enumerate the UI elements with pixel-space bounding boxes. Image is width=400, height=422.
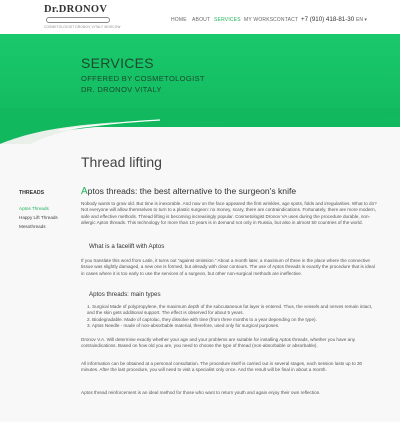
banner-curl-decoration xyxy=(0,108,400,144)
nav-home[interactable]: HOME xyxy=(171,17,187,25)
subheading-facelift: What is a facelift with Aptos xyxy=(89,243,165,250)
nav-my-works[interactable]: MY WORKS xyxy=(244,17,273,25)
consultation-paragraph: All information can be obtained at a per… xyxy=(81,361,363,373)
closing-paragraph: Aptos thread reinforcement is an ideal m… xyxy=(81,390,321,395)
article-heading: Aptos threads: the best alternative to t… xyxy=(81,186,296,197)
selection-paragraph: Dronov V.A. Will determine exactly wheth… xyxy=(81,337,356,349)
list-item: 3. Aptos Needle - made of non-absorbable… xyxy=(87,322,280,328)
page-title: Thread lifting xyxy=(81,154,162,170)
logo-name: Dr.DRONOV xyxy=(44,4,108,15)
logo-subtitle: COSMETOLOGIST DRONOV VITALY MOSCOW xyxy=(44,25,121,29)
logo[interactable]: Dr.DRONOV COSMETOLOGIST DRONOV VITALY MO… xyxy=(44,4,121,30)
facelift-paragraph: If you translate this word from Latin, i… xyxy=(81,258,375,276)
top-navbar: Dr.DRONOV COSMETOLOGIST DRONOV VITALY MO… xyxy=(0,0,400,34)
banner-subtitle-line1: OFFERED BY COSMETOLOGIST xyxy=(81,74,205,83)
intro-paragraph: Nobody wants to grow old. But time is in… xyxy=(81,201,377,225)
banner-title: SERVICES xyxy=(81,55,154,71)
sidebar-item-mesothreads[interactable]: Mesothreads xyxy=(19,224,46,229)
sidebar-item-aptos-threads[interactable]: Aptos Threads xyxy=(19,206,49,211)
nav-contact[interactable]: CONTACT xyxy=(273,17,298,25)
phone-number[interactable]: +7 (910) 418-81-30 xyxy=(301,16,354,23)
heading-initial: A xyxy=(81,186,88,197)
heading-text: ptos threads: the best alternative to th… xyxy=(87,186,297,196)
sidebar-heading: THREADS xyxy=(19,190,45,196)
nav-services[interactable]: SERVICES xyxy=(214,17,241,25)
subheading-types: Aptos threads: main types xyxy=(89,291,161,298)
sidebar-item-happy-lift-threads[interactable]: Happy Lift Threads xyxy=(19,215,58,220)
nav-about[interactable]: ABOUT xyxy=(192,17,210,25)
list-item: 1. Surgical Made of polypropylene, the m… xyxy=(87,304,373,316)
thread-types-list: 1. Surgical Made of polypropylene, the m… xyxy=(87,304,377,329)
banner-subtitle-line2: DR. DRONOV VITALY xyxy=(81,85,162,94)
language-selector[interactable]: EN ▾ xyxy=(356,17,367,23)
logo-signature-icon xyxy=(46,17,110,23)
